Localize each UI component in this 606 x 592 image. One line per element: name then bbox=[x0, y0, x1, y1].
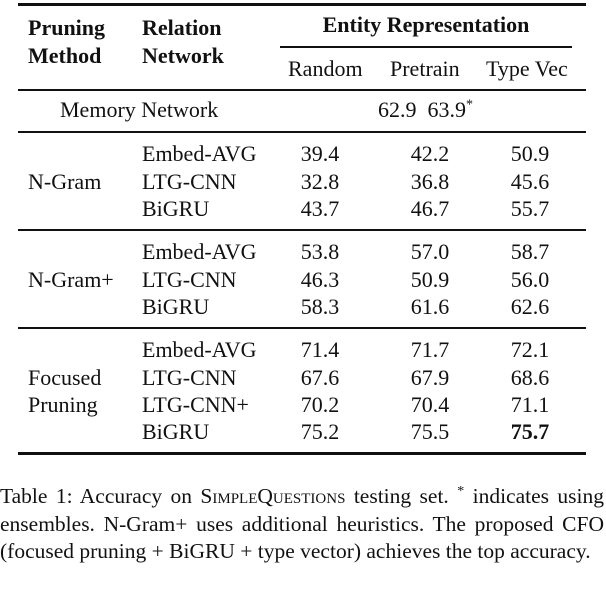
value-cell: 71.4 bbox=[300, 337, 340, 362]
method-ngram: N-Gram bbox=[28, 169, 102, 194]
header-col-pretrain: Pretrain bbox=[390, 56, 460, 81]
caption-prefix: Table 1: Accuracy on bbox=[0, 484, 201, 508]
network-cell: BiGRU bbox=[142, 196, 210, 221]
value-cell: 55.7 bbox=[510, 196, 550, 221]
value-cell: 50.9 bbox=[510, 141, 550, 166]
value-cell: 70.2 bbox=[300, 392, 340, 417]
memory-network-label: Memory Network bbox=[60, 97, 219, 122]
network-cell: BiGRU bbox=[142, 419, 210, 444]
header-relation-line1: Relation bbox=[142, 15, 222, 40]
value-cell: 46.7 bbox=[410, 196, 450, 221]
network-cell: Embed-AVG bbox=[142, 239, 257, 264]
value-cell: 70.4 bbox=[410, 392, 450, 417]
network-cell: Embed-AVG bbox=[142, 141, 257, 166]
method-focused-line1: Focused bbox=[28, 365, 102, 390]
value-cell: 68.6 bbox=[510, 365, 550, 390]
value-cell: 43.7 bbox=[300, 196, 340, 221]
best-value-cell: 75.7 bbox=[510, 419, 550, 444]
value-cell: 67.6 bbox=[300, 365, 340, 390]
value-cell: 57.0 bbox=[410, 239, 450, 264]
value-cell: 75.2 bbox=[300, 419, 340, 444]
table-caption: Table 1: Accuracy on SimpleQuestions tes… bbox=[0, 483, 604, 566]
top-rule bbox=[18, 3, 586, 6]
network-cell: Embed-AVG bbox=[142, 337, 257, 362]
header-col-random: Random bbox=[288, 56, 363, 81]
network-cell: LTG-CNN bbox=[142, 365, 237, 390]
header-pruning-line2: Method bbox=[28, 43, 102, 68]
header-col-typevec: Type Vec bbox=[486, 56, 568, 81]
header-entity-representation: Entity Representation bbox=[322, 12, 530, 37]
value-cell: 56.0 bbox=[510, 267, 550, 292]
value-cell: 71.7 bbox=[410, 337, 450, 362]
caption-after-dataset: testing set. bbox=[345, 484, 458, 508]
header-rule bbox=[18, 89, 586, 91]
method-focused-line2: Pruning bbox=[28, 392, 98, 417]
header-relation-line2: Network bbox=[142, 43, 224, 68]
value-cell: 32.8 bbox=[300, 169, 340, 194]
value-cell: 58.3 bbox=[300, 294, 340, 319]
network-cell: BiGRU bbox=[142, 294, 210, 319]
value-cell: 45.6 bbox=[510, 169, 550, 194]
caption-dataset: SimpleQuestions bbox=[200, 484, 346, 508]
value-cell: 67.9 bbox=[410, 365, 450, 390]
value-cell: 75.5 bbox=[410, 419, 450, 444]
method-ngram-plus: N-Gram+ bbox=[28, 267, 114, 292]
network-cell: LTG-CNN bbox=[142, 267, 237, 292]
network-cell: LTG-CNN+ bbox=[142, 392, 249, 417]
value-cell: 72.1 bbox=[510, 337, 550, 362]
value-cell: 71.1 bbox=[510, 392, 550, 417]
ensemble-marker: * bbox=[466, 97, 473, 113]
entity-representation-underline bbox=[280, 46, 572, 48]
value-cell: 42.2 bbox=[410, 141, 450, 166]
memory-network-value: 62.9 63.9* bbox=[378, 97, 473, 122]
value-cell: 46.3 bbox=[300, 267, 340, 292]
network-cell: LTG-CNN bbox=[142, 169, 237, 194]
memory-network-rule bbox=[18, 131, 586, 133]
value-cell: 58.7 bbox=[510, 239, 550, 264]
bottom-rule bbox=[18, 452, 586, 455]
value-cell: 62.6 bbox=[510, 294, 550, 319]
ngram-rule bbox=[18, 229, 586, 231]
header-pruning-line1: Pruning bbox=[28, 15, 106, 40]
value-cell: 53.8 bbox=[300, 239, 340, 264]
value-cell: 50.9 bbox=[410, 267, 450, 292]
ngram-plus-rule bbox=[18, 327, 586, 329]
value-cell: 39.4 bbox=[300, 141, 340, 166]
value-cell: 36.8 bbox=[410, 169, 450, 194]
value-cell: 61.6 bbox=[410, 294, 450, 319]
